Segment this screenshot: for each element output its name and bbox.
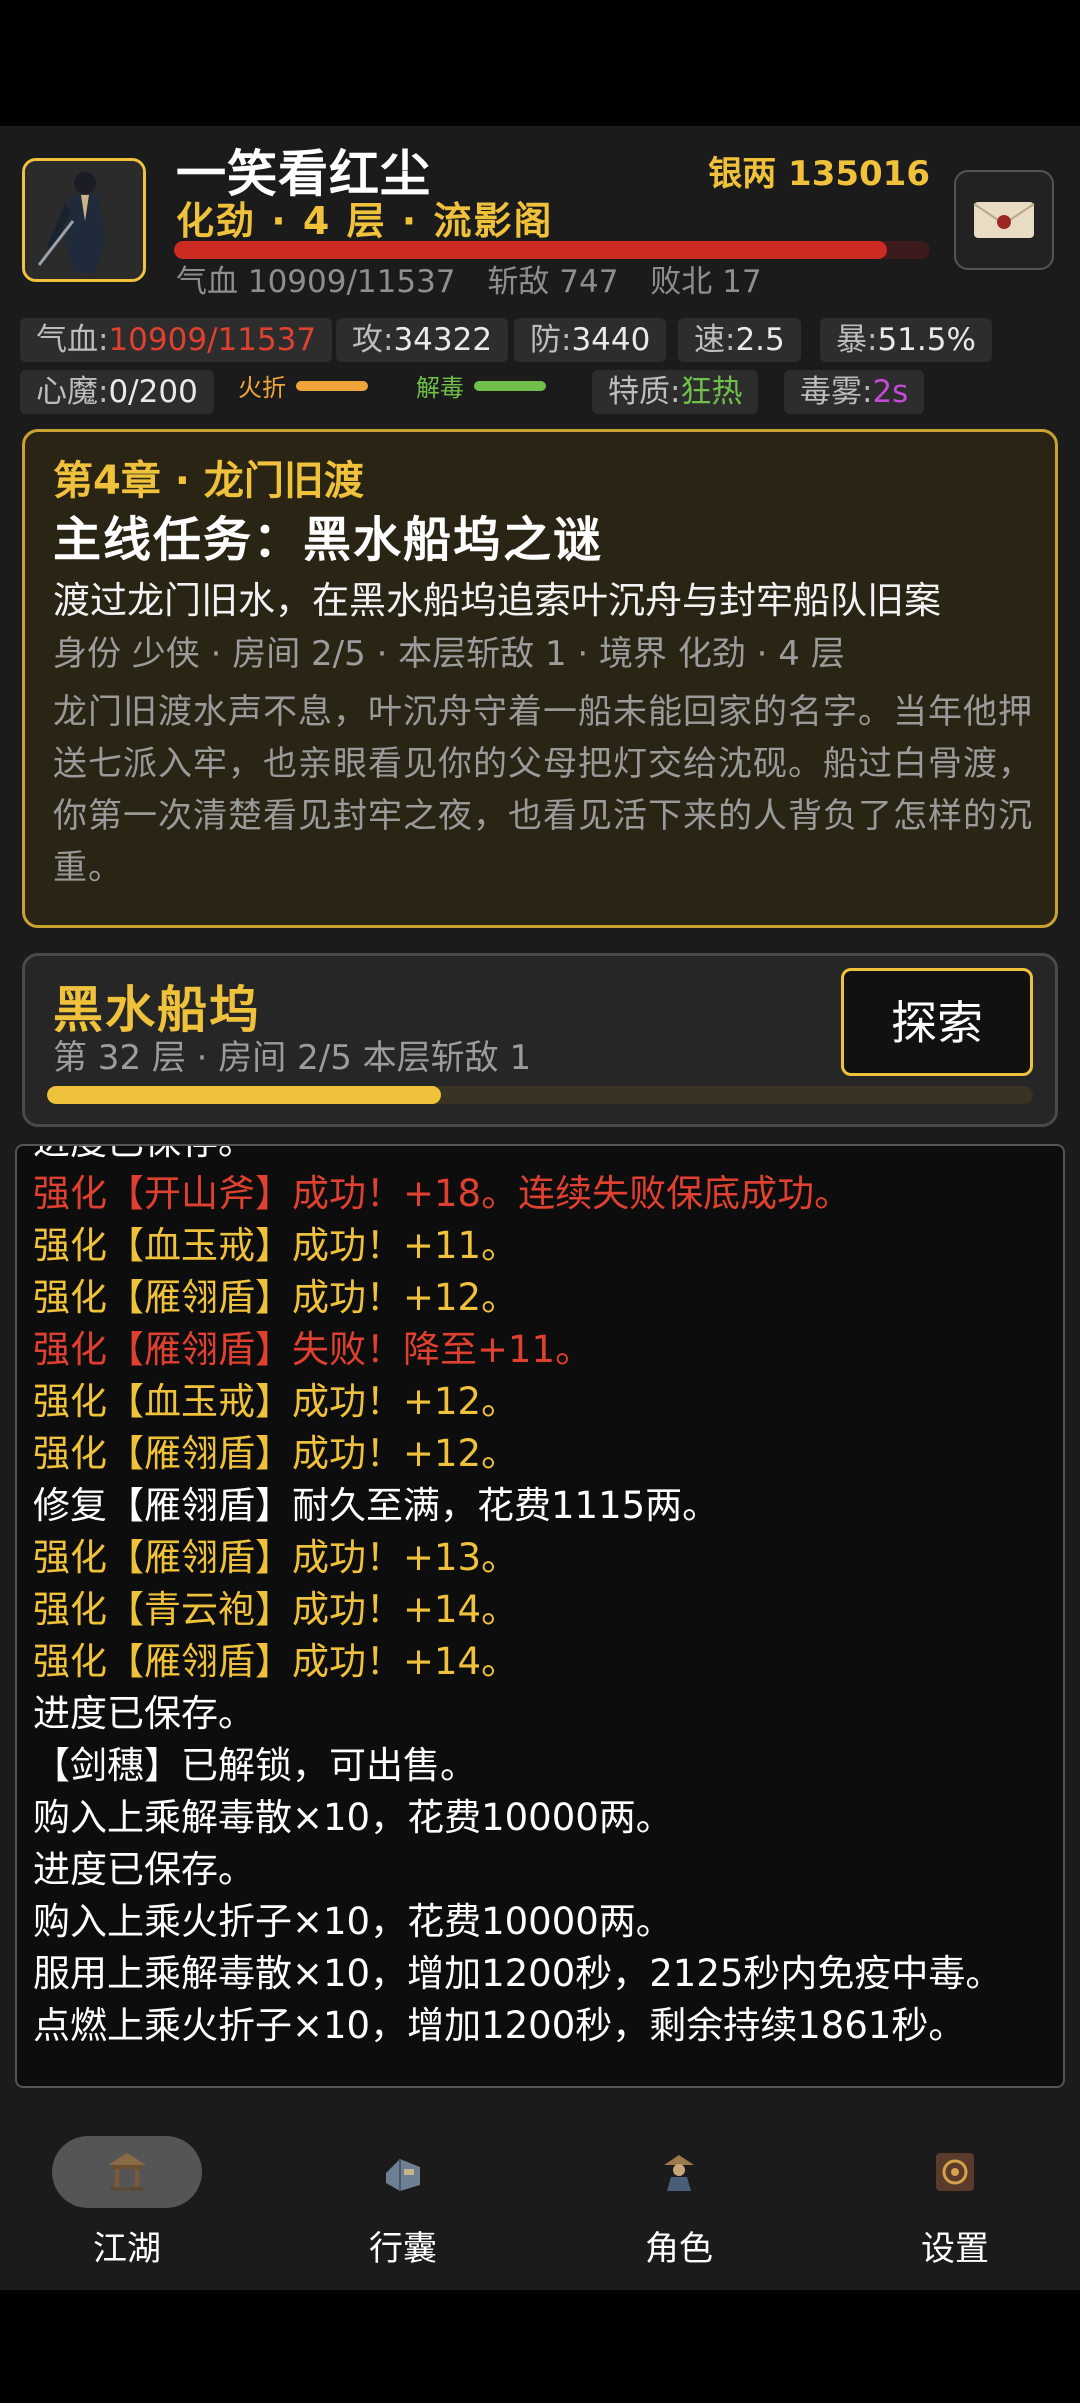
quest-chapter: 第4章 · 龙门旧渡 <box>53 458 364 504</box>
nav-item-bag[interactable]: 行囊 <box>300 2133 500 2273</box>
demon-label: 心魔: <box>36 374 109 410</box>
speed-chip: 速:2.5 <box>678 318 801 362</box>
log-line: 服用上乘解毒散×10，增加1200秒，2125秒内免疫中毒。 <box>33 1952 1003 1995</box>
attack-chip: 攻:34322 <box>336 318 509 362</box>
speed-value: 2.5 <box>735 322 785 358</box>
log-line: 【剑穗】已解锁，可出售。 <box>33 1744 477 1787</box>
nav-item-character[interactable]: 角色 <box>576 2133 776 2273</box>
fire-buff-label: 火折 <box>238 374 286 402</box>
poison-chip: 毒雾:2s <box>784 370 925 414</box>
nav-label: 江湖 <box>93 2229 161 2269</box>
mail-button[interactable] <box>954 170 1054 270</box>
swordsman-icon <box>25 161 143 279</box>
quest-title: 主线任务：黑水船坞之谜 <box>53 512 604 568</box>
log-line: 强化【雁翎盾】成功！+13。 <box>33 1536 519 1579</box>
quest-meta: 身份 少侠 · 房间 2/5 · 本层斩敌 1 · 境界 化劲 · 4 层 <box>53 634 845 674</box>
nav-item-settings[interactable]: 设置 <box>852 2133 1052 2273</box>
hp-chip: 气血:10909/11537 <box>20 318 333 362</box>
nav-label: 设置 <box>921 2229 989 2269</box>
bottom-nav: 江湖 行囊 角色 设置 <box>0 2103 1080 2290</box>
log-line: 进度已保存。 <box>33 1146 1053 1168</box>
hero-icon <box>664 2155 694 2191</box>
floor-progress-fill <box>47 1086 442 1104</box>
log-line: 强化【开山斧】成功！+18。连续失败保底成功。 <box>33 1172 852 1215</box>
kills-stat: 斩敌 747 <box>487 264 619 300</box>
system-nav-area <box>0 2290 1080 2403</box>
crit-chip: 暴:51.5% <box>820 318 992 362</box>
poison-value: 2s <box>872 374 909 410</box>
nav-label: 行囊 <box>369 2229 437 2269</box>
crit-label: 暴: <box>836 322 878 358</box>
event-log[interactable]: 进度已保存。强化【开山斧】成功！+18。连续失败保底成功。强化【血玉戒】成功！+… <box>15 1144 1065 2088</box>
attack-label: 攻: <box>352 322 394 358</box>
log-line: 强化【雁翎盾】成功！+12。 <box>33 1432 519 1475</box>
hp-chip-value: 10909/11537 <box>108 322 317 358</box>
silver-count: 银两 135016 <box>708 154 930 194</box>
envelope-icon <box>973 202 1035 238</box>
trait-value: 狂热 <box>680 374 743 410</box>
quest-goal: 渡过龙门旧水，在黑水船坞追索叶沉舟与封牢船队旧案 <box>53 579 941 622</box>
speed-label: 速: <box>694 322 736 358</box>
trait-label: 特质: <box>608 374 681 410</box>
attack-value: 34322 <box>393 322 493 358</box>
pavilion-icon <box>108 2153 146 2191</box>
event-log-list: 进度已保存。强化【开山斧】成功！+18。连续失败保底成功。强化【血玉戒】成功！+… <box>33 1146 1053 2052</box>
log-line: 购入上乘火折子×10，花费10000两。 <box>33 1900 673 1943</box>
defense-label: 防: <box>530 322 572 358</box>
realm-label: 化劲 · 4 层 · 流影阁 <box>176 199 554 243</box>
log-line: 强化【雁翎盾】失败！降至+11。 <box>33 1328 593 1371</box>
poison-label: 毒雾: <box>800 374 873 410</box>
log-line: 购入上乘解毒散×10，花费10000两。 <box>33 1796 673 1839</box>
demon-chip: 心魔:0/200 <box>20 370 214 414</box>
log-line: 强化【青云袍】成功！+14。 <box>33 1588 519 1631</box>
trait-chip: 特质:狂热 <box>592 370 759 414</box>
floor-progress-bar <box>47 1086 1033 1104</box>
log-line: 进度已保存。 <box>33 1848 255 1891</box>
defeats-stat: 败北 17 <box>650 264 762 300</box>
log-line: 点燃上乘火折子×10，增加1200秒，剩余持续1861秒。 <box>33 2004 966 2047</box>
nav-label: 角色 <box>645 2229 713 2269</box>
nav-item-jianghu[interactable]: 江湖 <box>24 2133 224 2273</box>
defense-value: 3440 <box>571 322 651 358</box>
quest-story: 龙门旧渡水声不息，叶沉舟守着一船未能回家的名字。当年他押送七派入牢，也亲眼看见你… <box>53 692 1033 888</box>
bag-icon <box>386 2159 420 2191</box>
status-bar-area <box>0 0 1080 126</box>
log-line: 强化【血玉戒】成功！+12。 <box>33 1380 519 1423</box>
fire-buff-bar <box>296 381 368 391</box>
log-line: 修复【雁翎盾】耐久至满，花费1115两。 <box>33 1484 720 1527</box>
crit-value: 51.5% <box>877 322 976 358</box>
log-line: 强化【血玉戒】成功！+11。 <box>33 1224 519 1267</box>
hp-chip-label: 气血: <box>36 322 109 358</box>
antidote-buff-label: 解毒 <box>416 374 464 402</box>
antidote-buff-bar <box>474 381 546 391</box>
settings-icon <box>936 2153 974 2191</box>
explore-button[interactable]: 探索 <box>841 968 1033 1076</box>
header-stats: 气血 10909/11537 斩敌 747 败北 17 <box>176 256 784 301</box>
log-line: 强化【雁翎盾】成功！+12。 <box>33 1276 519 1319</box>
log-line: 强化【雁翎盾】成功！+14。 <box>33 1640 519 1683</box>
defense-chip: 防:3440 <box>514 318 667 362</box>
log-line: 进度已保存。 <box>33 1692 255 1735</box>
quest-panel: 第4章 · 龙门旧渡 主线任务：黑水船坞之谜 渡过龙门旧水，在黑水船坞追索叶沉舟… <box>22 429 1058 928</box>
location-info: 第 32 层 · 房间 2/5 本层斩敌 1 <box>53 1038 532 1078</box>
demon-value: 0/200 <box>108 374 198 410</box>
hp-stat: 气血 10909/11537 <box>176 264 456 300</box>
location-panel: 黑水船坞 第 32 层 · 房间 2/5 本层斩敌 1 探索 <box>22 953 1058 1127</box>
character-avatar[interactable] <box>22 158 146 282</box>
